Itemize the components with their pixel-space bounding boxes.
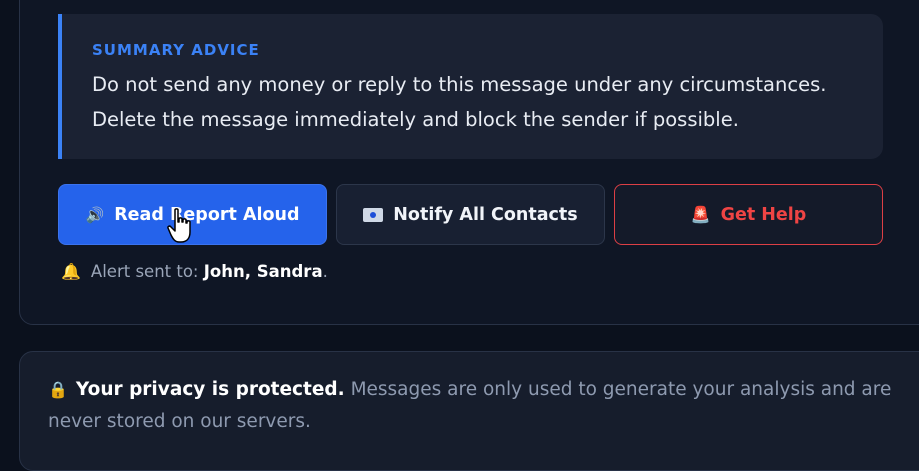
- get-help-label: Get Help: [720, 204, 807, 225]
- summary-text-line-1: Do not send any money or reply to this m…: [92, 73, 827, 96]
- summary-advice-panel: SUMMARY ADVICE Do not send any money or …: [58, 14, 883, 159]
- alert-recipients: John, Sandra: [203, 262, 323, 281]
- summary-title: SUMMARY ADVICE: [92, 41, 260, 59]
- privacy-card: 🔒 Your privacy is protected. Messages are…: [19, 351, 919, 471]
- speaker-icon: 🔊: [85, 205, 105, 224]
- alert-prefix: Alert sent to:: [90, 262, 199, 281]
- bell-icon: 🔔: [61, 262, 81, 281]
- lock-icon: 🔒: [48, 380, 68, 399]
- mail-icon: [363, 207, 384, 222]
- get-help-button[interactable]: 🚨 Get Help: [614, 184, 883, 245]
- alert-status: 🔔 Alert sent to: John, Sandra.: [61, 262, 328, 281]
- alert-suffix: .: [322, 262, 328, 281]
- notify-all-contacts-button[interactable]: Notify All Contacts: [336, 184, 605, 245]
- privacy-line-1: 🔒 Your privacy is protected. Messages are…: [48, 379, 891, 400]
- privacy-line-2: never stored on our servers.: [48, 411, 311, 432]
- privacy-heading: Your privacy is protected.: [75, 379, 345, 400]
- siren-icon: 🚨: [690, 205, 711, 224]
- read-report-aloud-button[interactable]: 🔊 Read Report Aloud: [58, 184, 327, 245]
- privacy-text-1: Messages are only used to generate your …: [350, 379, 892, 400]
- notify-all-contacts-label: Notify All Contacts: [393, 204, 578, 225]
- read-report-aloud-label: Read Report Aloud: [114, 204, 300, 225]
- summary-text-line-2: Delete the message immediately and block…: [92, 108, 739, 131]
